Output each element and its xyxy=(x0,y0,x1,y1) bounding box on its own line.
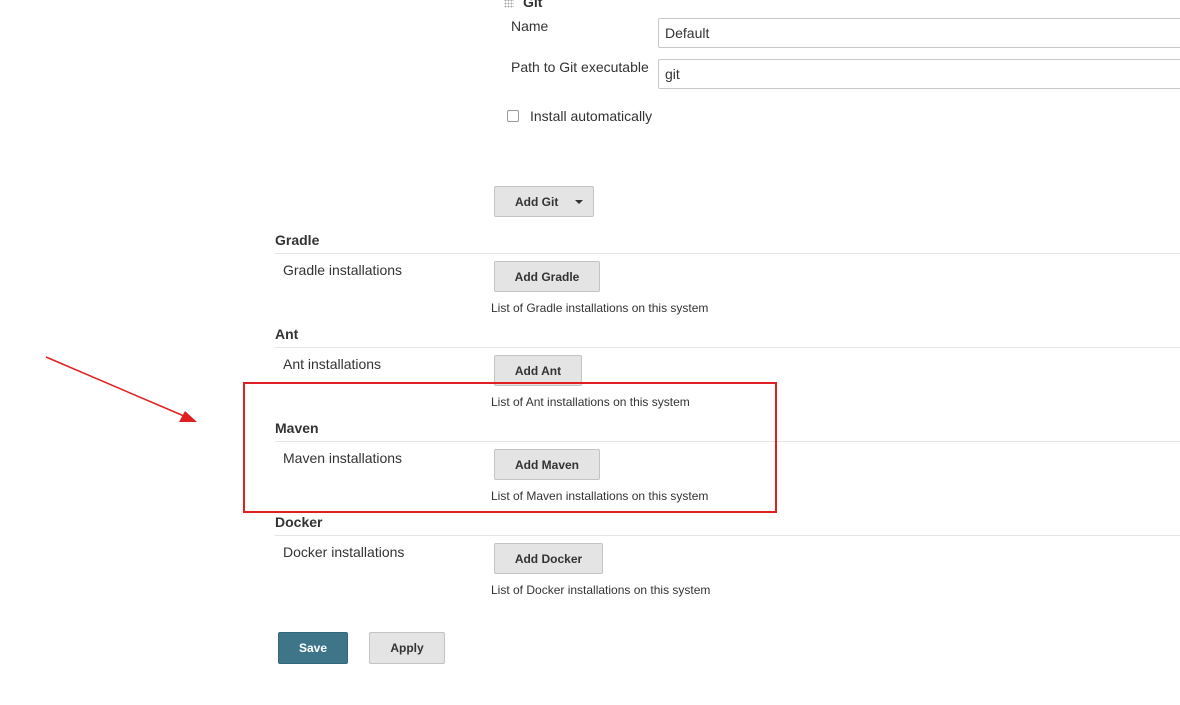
git-path-input[interactable] xyxy=(658,59,1180,89)
install-automatically-row: Install automatically xyxy=(507,108,652,124)
git-installation-title: Git xyxy=(523,0,543,10)
tool-configuration-page: Git Name Path to Git executable Install … xyxy=(0,0,1180,705)
ant-installations-label: Ant installations xyxy=(283,356,382,372)
maven-help-text: List of Maven installations on this syst… xyxy=(491,489,709,503)
maven-section-divider xyxy=(275,441,1180,442)
docker-section-divider xyxy=(275,535,1180,536)
gradle-installations-label: Gradle installations xyxy=(283,262,403,278)
ant-help-text: List of Ant installations on this system xyxy=(491,395,690,409)
ant-section-title: Ant xyxy=(275,326,299,342)
save-button[interactable]: Save xyxy=(278,632,348,664)
apply-button[interactable]: Apply xyxy=(369,632,445,664)
git-name-label: Name xyxy=(511,18,549,34)
install-automatically-label: Install automatically xyxy=(530,108,653,124)
add-maven-button[interactable]: Add Maven xyxy=(494,449,600,480)
docker-help-text: List of Docker installations on this sys… xyxy=(491,583,711,597)
chevron-down-icon[interactable] xyxy=(575,200,583,204)
gradle-section-title: Gradle xyxy=(275,232,320,248)
annotation-arrow-icon xyxy=(45,356,197,422)
git-name-input[interactable] xyxy=(658,18,1180,48)
add-git-button[interactable]: Add Git xyxy=(494,186,594,217)
add-ant-button[interactable]: Add Ant xyxy=(494,355,582,386)
install-automatically-checkbox[interactable] xyxy=(507,110,519,122)
gradle-section-divider xyxy=(275,253,1180,254)
git-path-label: Path to Git executable xyxy=(511,59,649,75)
git-installation-header: Git xyxy=(504,0,542,10)
gradle-help-text: List of Gradle installations on this sys… xyxy=(491,301,709,315)
drag-handle-icon[interactable] xyxy=(504,0,514,8)
docker-section-title: Docker xyxy=(275,514,323,530)
maven-installations-label: Maven installations xyxy=(283,450,403,466)
add-git-button-label: Add Git xyxy=(515,194,559,209)
docker-installations-label: Docker installations xyxy=(283,544,405,560)
maven-section-title: Maven xyxy=(275,420,319,436)
add-docker-button[interactable]: Add Docker xyxy=(494,543,603,574)
add-gradle-button[interactable]: Add Gradle xyxy=(494,261,600,292)
ant-section-divider xyxy=(275,347,1180,348)
